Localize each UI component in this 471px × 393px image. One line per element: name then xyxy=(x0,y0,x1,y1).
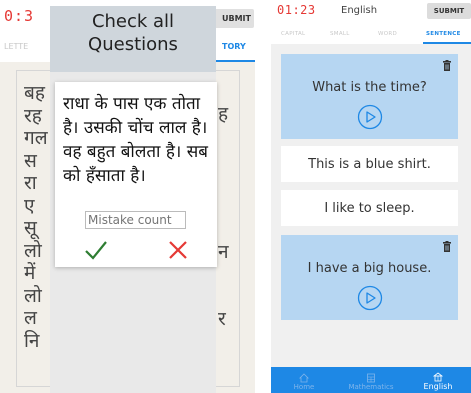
play-icon[interactable] xyxy=(357,285,383,311)
story-text-fragment: न xyxy=(218,241,229,263)
trash-icon[interactable] xyxy=(442,60,452,71)
home-icon xyxy=(299,373,309,383)
timer: 01:23 xyxy=(277,3,316,17)
screen-title: English xyxy=(341,5,378,16)
tab-story[interactable]: TORY xyxy=(222,42,246,51)
sentence-text: What is the time? xyxy=(312,80,427,95)
tab-small[interactable]: SMALL xyxy=(330,31,350,37)
nav-label: Home xyxy=(293,383,315,391)
sentence-card[interactable]: I have a big house. xyxy=(281,235,458,320)
nav-home[interactable]: Home xyxy=(271,367,337,393)
top-bar: 01:23 English SUBMIT xyxy=(271,0,471,22)
english-icon xyxy=(433,372,443,382)
active-tab-indicator xyxy=(212,60,255,62)
story-text-fragment: र xyxy=(218,308,226,330)
nav-english[interactable]: English xyxy=(405,367,471,393)
active-tab-indicator xyxy=(423,42,471,44)
mistake-count-input[interactable] xyxy=(85,211,186,229)
tab-word[interactable]: WORD xyxy=(378,31,397,37)
sentence-card[interactable]: I like to sleep. xyxy=(281,190,458,226)
check-icon[interactable] xyxy=(82,236,110,264)
calculator-icon xyxy=(367,373,375,383)
submit-button[interactable]: SUBMIT xyxy=(427,3,471,19)
bottom-nav: Home Mathematics English xyxy=(271,367,471,393)
tab-letter[interactable]: LETTE xyxy=(4,42,28,51)
nav-label: English xyxy=(423,382,453,391)
timer: 0:3 xyxy=(4,7,35,25)
nav-label: Mathematics xyxy=(348,383,394,391)
right-screen: 01:23 English SUBMIT CAPITAL SMALL WORD … xyxy=(271,0,471,393)
sentence-card[interactable]: What is the time? xyxy=(281,54,458,139)
dialog-title: Check all Questions xyxy=(88,11,178,55)
trash-icon[interactable] xyxy=(442,241,452,252)
story-text-fragment: ह xyxy=(218,103,229,125)
nav-mathematics[interactable]: Mathematics xyxy=(338,367,404,393)
left-screen: 0:3 UBMIT LETTE TORY बह रह गल स रा ए सू … xyxy=(0,0,255,393)
passage-text: राधा के पास एक तोता है। उसकी चोंच लाल है… xyxy=(63,94,208,186)
sentence-card[interactable]: This is a blue shirt. xyxy=(281,146,458,182)
tab-capital[interactable]: CAPITAL xyxy=(281,31,305,37)
close-icon[interactable] xyxy=(164,236,192,264)
category-tabs: CAPITAL SMALL WORD SENTENCE xyxy=(271,22,471,44)
sentence-text: I have a big house. xyxy=(307,261,432,276)
sentence-text: I like to sleep. xyxy=(324,200,415,216)
tab-sentence[interactable]: SENTENCE xyxy=(426,31,461,37)
sentence-text: This is a blue shirt. xyxy=(308,156,431,172)
submit-button[interactable]: UBMIT xyxy=(210,9,254,28)
play-icon[interactable] xyxy=(357,104,383,130)
